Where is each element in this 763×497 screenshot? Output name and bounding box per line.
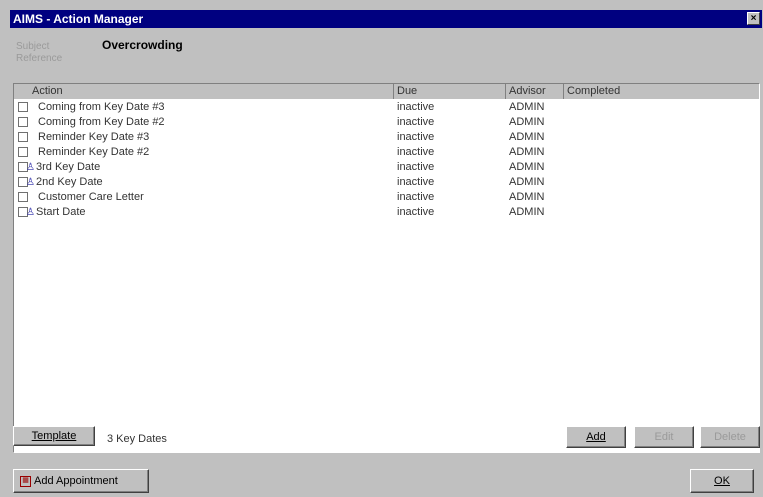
cell-due: inactive: [397, 161, 435, 173]
table-row[interactable]: ♙ 2nd Key Date inactive ADMIN: [14, 175, 759, 190]
table-row[interactable]: Reminder Key Date #2 inactive ADMIN: [14, 145, 759, 160]
cell-action: Reminder Key Date #2: [38, 146, 150, 158]
table-row[interactable]: Customer Care Letter inactive ADMIN: [14, 190, 759, 205]
cell-advisor: ADMIN: [509, 101, 545, 113]
cell-action: Customer Care Letter: [38, 191, 144, 203]
cell-advisor: ADMIN: [509, 176, 545, 188]
title-bar: AIMS - Action Manager ×: [10, 10, 762, 28]
cell-due: inactive: [397, 146, 435, 158]
column-header-action[interactable]: Action: [14, 84, 394, 99]
edit-button[interactable]: Edit: [634, 426, 694, 448]
cell-advisor: ADMIN: [509, 161, 545, 173]
row-checkbox[interactable]: [18, 147, 28, 157]
template-button-label: Template: [31, 430, 77, 442]
key-date-icon: ♙: [26, 177, 35, 188]
cell-action: Start Date: [36, 206, 86, 218]
cell-due: inactive: [397, 116, 435, 128]
window-title: AIMS - Action Manager: [13, 12, 144, 26]
ok-button-label: OK: [714, 475, 730, 487]
add-appointment-label: Add Appointment: [34, 475, 118, 487]
column-header-completed[interactable]: Completed: [564, 84, 761, 99]
cell-due: inactive: [397, 131, 435, 143]
add-appointment-button[interactable]: ▦ Add Appointment: [13, 469, 149, 493]
table-row[interactable]: Reminder Key Date #3 inactive ADMIN: [14, 130, 759, 145]
row-checkbox[interactable]: [18, 117, 28, 127]
subject-value: Overcrowding: [102, 38, 183, 52]
table-row[interactable]: ♙ 3rd Key Date inactive ADMIN: [14, 160, 759, 175]
cell-action: Coming from Key Date #3: [38, 101, 165, 113]
table-row[interactable]: Coming from Key Date #2 inactive ADMIN: [14, 115, 759, 130]
delete-button[interactable]: Delete: [700, 426, 760, 448]
cell-due: inactive: [397, 176, 435, 188]
actions-list[interactable]: Action Due Advisor Completed Coming from…: [13, 83, 760, 453]
table-row[interactable]: Coming from Key Date #3 inactive ADMIN: [14, 100, 759, 115]
cell-action: 2nd Key Date: [36, 176, 103, 188]
row-checkbox[interactable]: [18, 102, 28, 112]
cell-action: 3rd Key Date: [36, 161, 101, 173]
key-date-icon: ♙: [26, 207, 35, 218]
cell-due: inactive: [397, 191, 435, 203]
add-button[interactable]: Add: [566, 426, 626, 448]
cell-due: inactive: [397, 101, 435, 113]
cell-advisor: ADMIN: [509, 116, 545, 128]
close-icon[interactable]: ×: [747, 12, 760, 25]
template-value: 3 Key Dates: [107, 433, 167, 445]
calendar-icon: ▦: [20, 475, 31, 487]
column-header-advisor[interactable]: Advisor: [506, 84, 564, 99]
subject-label: Subject: [16, 41, 50, 52]
reference-label: Reference: [16, 53, 63, 64]
table-row[interactable]: ♙ Start Date inactive ADMIN: [14, 205, 759, 220]
action-manager-window: Subject Reference Overcrowding Action Du…: [10, 28, 762, 497]
cell-due: inactive: [397, 206, 435, 218]
list-header: Action Due Advisor Completed: [14, 84, 759, 99]
cell-action: Reminder Key Date #3: [38, 131, 150, 143]
ok-button[interactable]: OK: [690, 469, 754, 493]
cell-advisor: ADMIN: [509, 191, 545, 203]
template-button[interactable]: Template: [13, 426, 95, 446]
cell-advisor: ADMIN: [509, 131, 545, 143]
key-date-icon: ♙: [26, 162, 35, 173]
row-checkbox[interactable]: [18, 192, 28, 202]
cell-advisor: ADMIN: [509, 206, 545, 218]
add-button-label: Add: [586, 431, 606, 443]
cell-advisor: ADMIN: [509, 146, 545, 158]
row-checkbox[interactable]: [18, 132, 28, 142]
column-header-due[interactable]: Due: [394, 84, 506, 99]
cell-action: Coming from Key Date #2: [38, 116, 165, 128]
